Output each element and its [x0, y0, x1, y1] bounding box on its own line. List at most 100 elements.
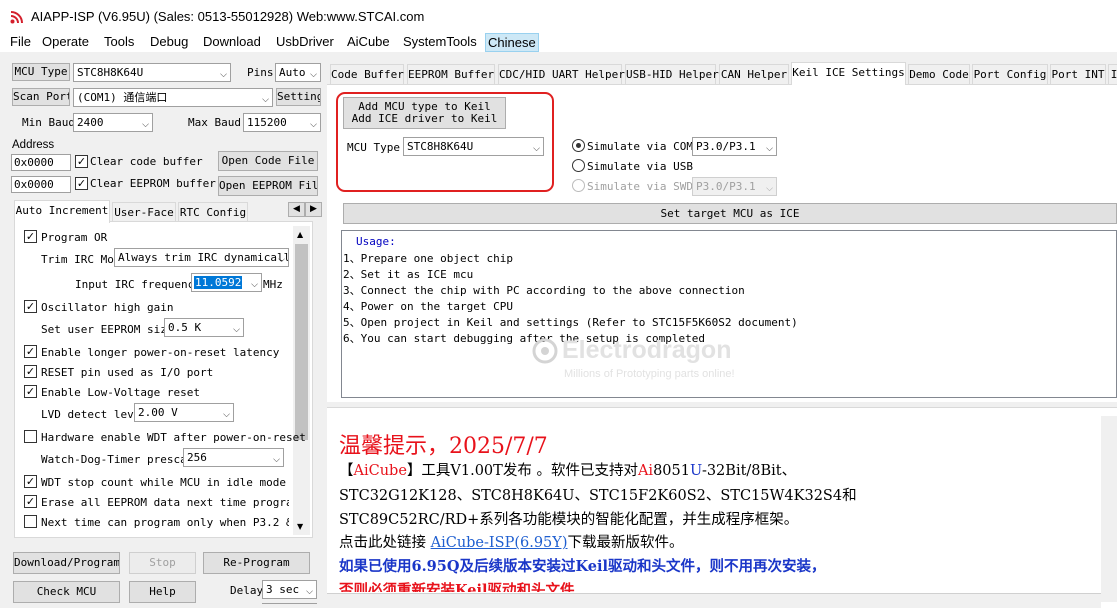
osc-gain-label: Oscillator high gain — [41, 301, 174, 314]
menu-usbdriver[interactable]: UsbDriver — [274, 33, 336, 52]
tab-port-config[interactable]: Port Config — [972, 64, 1048, 84]
mcu-type-select[interactable]: STC8H8K64U ⌵ — [73, 63, 231, 82]
scrollbar-thumb[interactable] — [295, 244, 308, 440]
sim-com-port-select[interactable]: P3.0/P3.1 ⌵ — [692, 137, 777, 156]
options-panel — [14, 221, 313, 538]
sim-swd-port-value: P3.0/P3.1 — [696, 180, 756, 193]
re-program-button[interactable]: Re-Program — [203, 552, 310, 574]
lvd-level-select[interactable]: 2.00 V ⌵ — [134, 403, 234, 422]
notice-line-6: 否则必须重新安装Keil驱动和头文件 — [339, 582, 575, 592]
trim-mode-select[interactable]: Always trim IRC dynamicall ⌵ — [114, 248, 289, 267]
sim-usb-radio[interactable] — [572, 159, 585, 172]
tab-keil-ice-settings[interactable]: Keil ICE Settings — [791, 62, 906, 85]
longer-por-checkbox[interactable]: ✓ — [24, 345, 37, 358]
notice-hscrollbar[interactable] — [327, 593, 1101, 608]
menu-systemtools[interactable]: SystemTools — [401, 33, 479, 52]
tab-can-helper[interactable]: CAN Helper — [719, 64, 789, 84]
sim-swd-radio[interactable] — [572, 179, 585, 192]
delay-label: Delay — [230, 584, 264, 597]
notice-aicube: AiCube — [353, 463, 407, 479]
tab-demo-code[interactable]: Demo Code — [908, 64, 970, 84]
menu-chinese[interactable]: Chinese — [485, 33, 539, 52]
lvr-checkbox[interactable]: ✓ — [24, 385, 37, 398]
next-p32-checkbox[interactable] — [24, 515, 37, 528]
tab-eeprom-buffer[interactable]: EEPROM Buffer — [407, 64, 495, 84]
max-baud-label: Max Baud — [188, 116, 241, 129]
osc-gain-checkbox[interactable]: ✓ — [24, 300, 37, 313]
tab-rtc-config[interactable]: RTC Config — [178, 202, 248, 222]
max-baud-select[interactable]: 115200 ⌵ — [243, 113, 321, 132]
wdt-prescale-label: Watch-Dog-Timer prescal — [41, 453, 194, 466]
delay-select[interactable]: 3 sec ⌵ — [262, 580, 317, 599]
menu-file[interactable]: File — [8, 33, 33, 52]
reset-pin-checkbox[interactable]: ✓ — [24, 365, 37, 378]
min-baud-select[interactable]: 2400 ⌵ — [73, 113, 153, 132]
stop-button[interactable]: Stop — [129, 552, 196, 574]
eeprom-size-select[interactable]: 0.5 K ⌵ — [164, 318, 244, 337]
clear-code-checkbox[interactable]: ✓ — [75, 155, 88, 168]
address-label: Address — [12, 139, 55, 151]
menu-download[interactable]: Download — [201, 33, 263, 52]
tab-scroll-right-icon[interactable]: ▶ — [305, 202, 322, 217]
notice-bracket-open: 【 — [339, 463, 354, 479]
options-scrollbar[interactable]: ▲ ▼ — [293, 226, 310, 535]
tab-overflow[interactable]: I — [1108, 64, 1117, 84]
chevron-down-icon: ⌵ — [273, 454, 280, 465]
wdt-idle-checkbox[interactable]: ✓ — [24, 475, 37, 488]
tab-cdc-hid-uart-helper[interactable]: CDC/HID UART Helper — [498, 64, 625, 84]
open-code-file-button[interactable]: Open Code File — [218, 151, 318, 171]
notice-8051: 8051 — [653, 463, 690, 479]
menu-operate[interactable]: Operate — [40, 33, 91, 52]
scan-port-button[interactable]: Scan Port — [12, 88, 70, 106]
chevron-down-icon: ⌵ — [262, 94, 269, 105]
sim-com-radio[interactable] — [572, 139, 585, 152]
irc-frequency-select[interactable]: 11.0592 ⌵ — [191, 273, 262, 292]
menu-aicube[interactable]: AiCube — [345, 33, 392, 52]
clear-eeprom-checkbox[interactable]: ✓ — [75, 177, 88, 190]
pins-select[interactable]: Auto ⌵ — [275, 63, 321, 82]
tab-code-buffer[interactable]: Code Buffer — [330, 64, 404, 84]
tab-scroll-left-icon[interactable]: ◀ — [288, 202, 305, 217]
code-address-input[interactable]: 0x0000 — [11, 154, 71, 171]
open-eeprom-file-button[interactable]: Open EEPROM File — [218, 176, 318, 196]
min-baud-value: 2400 — [77, 116, 104, 129]
notice-scrollbar[interactable] — [1101, 416, 1117, 602]
wdt-prescale-select[interactable]: 256 ⌵ — [183, 448, 284, 467]
wdt-idle-label: WDT stop count while MCU in idle mode — [41, 476, 287, 489]
pins-value: Auto — [279, 66, 306, 79]
min-baud-label: Min Baud — [22, 116, 75, 129]
notice-heading: 温馨提示，2025/7/7 — [339, 434, 548, 459]
notice-download-link[interactable]: AiCube-ISP(6.95Y) — [431, 535, 568, 551]
program-or-checkbox[interactable]: ✓ — [24, 230, 37, 243]
irc-frequency-unit: MHz — [263, 278, 283, 291]
menu-tools[interactable]: Tools — [102, 33, 136, 52]
delay-value: 3 sec — [266, 583, 300, 596]
notice-line-5: 如果已使用6.95Q及后续版本安装过Keil驱动和头文件，则不用再次安装， — [339, 558, 826, 575]
set-target-ice-button[interactable]: Set target MCU as ICE — [343, 203, 1117, 224]
setting-button[interactable]: Setting — [276, 88, 321, 106]
chevron-down-icon: ⌵ — [306, 586, 313, 597]
clear-code-label: Clear code buffer — [90, 155, 203, 168]
pins-label: Pins — [247, 66, 274, 79]
eeprom-address-input[interactable]: 0x0000 — [11, 176, 71, 193]
hw-wdt-checkbox[interactable] — [24, 430, 37, 443]
usage-box: Usage: 1、Prepare one object chip 2、Set i… — [341, 230, 1117, 398]
download-program-button[interactable]: Download/Program — [13, 552, 120, 574]
tab-usb-hid-helper[interactable]: USB-HID Helper — [625, 64, 719, 84]
menu-debug[interactable]: Debug — [148, 33, 190, 52]
tab-port-int[interactable]: Port INT — [1050, 64, 1106, 84]
tab-user-face[interactable]: User-Face — [112, 202, 176, 222]
scroll-up-icon[interactable]: ▲ — [297, 230, 303, 239]
usage-line: 2、Set it as ICE mcu — [343, 268, 474, 281]
sim-swd-port-select[interactable]: P3.0/P3.1 ⌵ — [692, 177, 777, 196]
mcu-type-button[interactable]: MCU Type — [12, 63, 70, 81]
eeprom-size-value: 0.5 K — [168, 321, 202, 334]
help-button[interactable]: Help — [129, 581, 196, 603]
longer-por-label: Enable longer power-on-reset latency — [41, 346, 280, 359]
port-select[interactable]: (COM1) 通信端口 ⌵ — [73, 88, 273, 107]
chevron-down-icon: ⌵ — [223, 409, 230, 420]
tab-auto-increment[interactable]: Auto Increment — [14, 200, 110, 223]
erase-eeprom-checkbox[interactable]: ✓ — [24, 495, 37, 508]
check-mcu-button[interactable]: Check MCU — [13, 581, 120, 603]
scroll-down-icon[interactable]: ▼ — [297, 522, 303, 531]
